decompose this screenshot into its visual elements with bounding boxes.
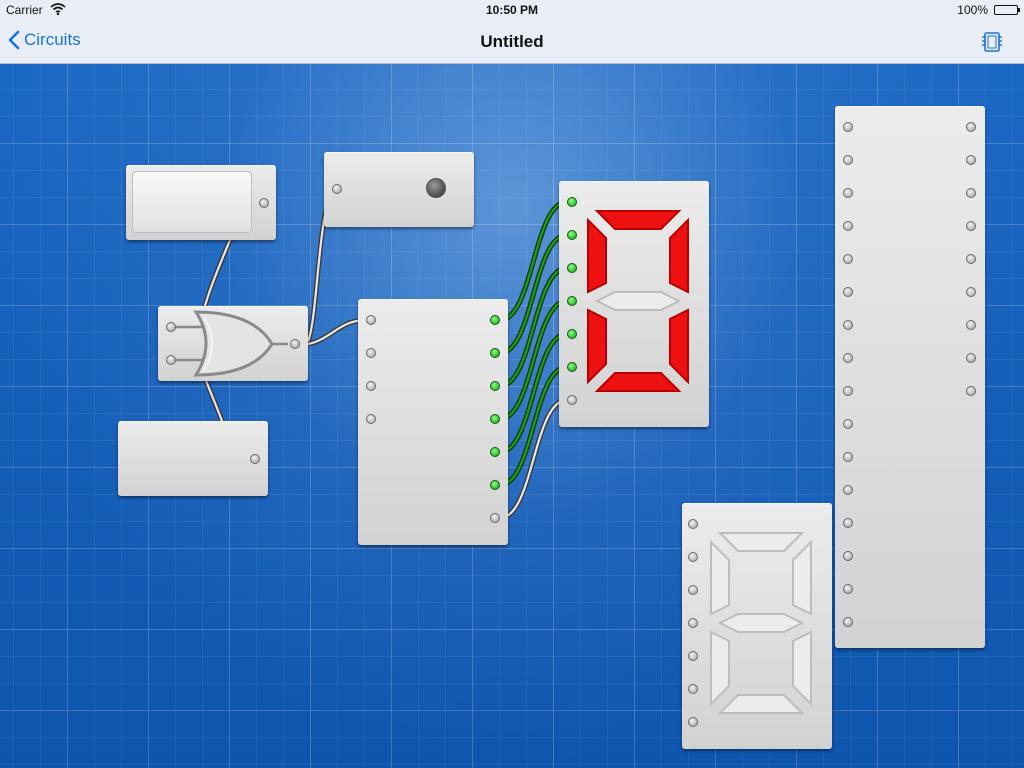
display-input-pin[interactable] xyxy=(567,395,577,405)
led-bulb[interactable] xyxy=(324,152,474,227)
bulb-lamp-icon xyxy=(426,178,446,198)
ic-right-pin[interactable] xyxy=(966,155,976,165)
ic-right-pin[interactable] xyxy=(966,386,976,396)
segment-b xyxy=(792,539,812,616)
back-button-label: Circuits xyxy=(24,30,81,49)
display-input-pin[interactable] xyxy=(567,263,577,273)
ic-right-pin[interactable] xyxy=(966,188,976,198)
decoder-output-pin[interactable] xyxy=(490,348,500,358)
ic-left-pin[interactable] xyxy=(843,122,853,132)
back-button[interactable]: Circuits xyxy=(8,30,81,50)
clock: 10:50 PM xyxy=(485,3,539,17)
or-gate-symbol xyxy=(174,310,288,377)
decoder-input-pin[interactable] xyxy=(366,381,376,391)
circuit-canvas[interactable] xyxy=(0,64,1024,768)
decoder-input-pin[interactable] xyxy=(366,315,376,325)
ic-left-pin[interactable] xyxy=(843,287,853,297)
ic-right-pin[interactable] xyxy=(966,287,976,297)
segment-g xyxy=(594,291,682,311)
ic-left-pin[interactable] xyxy=(843,221,853,231)
toggle-switch-bottom[interactable] xyxy=(118,421,268,496)
or-gate-input-a-pin[interactable] xyxy=(166,322,176,332)
decoder-output-pin[interactable] xyxy=(490,513,500,523)
battery-icon xyxy=(994,5,1020,15)
toggle-switch-top[interactable] xyxy=(126,165,276,240)
ic-right-pin[interactable] xyxy=(966,353,976,363)
decoder[interactable] xyxy=(358,299,508,545)
or-gate-output-pin[interactable] xyxy=(290,339,300,349)
ic-left-pin[interactable] xyxy=(843,155,853,165)
ic-right-pin[interactable] xyxy=(966,320,976,330)
display-input-pin[interactable] xyxy=(688,717,698,727)
segment-e xyxy=(587,308,607,385)
display-input-pin[interactable] xyxy=(567,296,577,306)
display-input-pin[interactable] xyxy=(567,197,577,207)
ic-chip[interactable] xyxy=(835,106,985,648)
battery-percent: 100% xyxy=(957,3,988,17)
ic-left-pin[interactable] xyxy=(843,254,853,264)
display-off-segments xyxy=(710,532,812,714)
decoder-input-pin[interactable] xyxy=(366,348,376,358)
ic-left-pin[interactable] xyxy=(843,320,853,330)
ic-left-pin[interactable] xyxy=(843,518,853,528)
ic-left-pin[interactable] xyxy=(843,551,853,561)
segment-c xyxy=(792,630,812,707)
ic-left-pin[interactable] xyxy=(843,419,853,429)
bulb-input-pin[interactable] xyxy=(332,184,342,194)
or-gate-input-b-pin[interactable] xyxy=(166,355,176,365)
segment-b xyxy=(669,217,689,294)
decoder-output-pin[interactable] xyxy=(490,381,500,391)
decoder-output-pin[interactable] xyxy=(490,414,500,424)
page-title: Untitled xyxy=(480,32,544,51)
display-input-pin[interactable] xyxy=(688,519,698,529)
segment-e xyxy=(710,630,730,707)
status-bar: Carrier 10:50 PM 100% xyxy=(0,0,1024,20)
decoder-output-pin[interactable] xyxy=(490,447,500,457)
display-input-pin[interactable] xyxy=(688,585,698,595)
segment-f xyxy=(587,217,607,294)
ic-right-pin[interactable] xyxy=(966,254,976,264)
switch-top-output-pin[interactable] xyxy=(259,198,269,208)
segment-d xyxy=(594,372,682,392)
ic-right-pin[interactable] xyxy=(966,221,976,231)
ic-left-pin[interactable] xyxy=(843,386,853,396)
chip-icon[interactable] xyxy=(980,30,1004,54)
segment-g xyxy=(717,613,805,633)
display-input-pin[interactable] xyxy=(567,329,577,339)
switch-bottom-output-pin[interactable] xyxy=(250,454,260,464)
navigation-bar: Circuits Untitled xyxy=(0,20,1024,64)
switch-top-toggle[interactable] xyxy=(132,171,252,233)
display-input-pin[interactable] xyxy=(688,651,698,661)
chevron-left-icon xyxy=(8,30,20,50)
segment-a xyxy=(594,210,682,230)
segment-f xyxy=(710,539,730,616)
ic-left-pin[interactable] xyxy=(843,188,853,198)
decoder-output-pin[interactable] xyxy=(490,480,500,490)
display-lit-segments xyxy=(587,210,689,392)
segment-a xyxy=(717,532,805,552)
decoder-input-pin[interactable] xyxy=(366,414,376,424)
ic-left-pin[interactable] xyxy=(843,485,853,495)
display-input-pin[interactable] xyxy=(688,618,698,628)
ic-right-pin[interactable] xyxy=(966,122,976,132)
display-input-pin[interactable] xyxy=(688,552,698,562)
ic-left-pin[interactable] xyxy=(843,452,853,462)
display-input-pin[interactable] xyxy=(567,230,577,240)
seven-segment-display-lit[interactable] xyxy=(559,181,709,427)
decoder-output-pin[interactable] xyxy=(490,315,500,325)
or-gate[interactable] xyxy=(158,306,308,381)
display-input-pin[interactable] xyxy=(688,684,698,694)
ic-left-pin[interactable] xyxy=(843,617,853,627)
ic-left-pin[interactable] xyxy=(843,584,853,594)
segment-c xyxy=(669,308,689,385)
seven-segment-display-off[interactable] xyxy=(682,503,832,749)
ic-left-pin[interactable] xyxy=(843,353,853,363)
segment-d xyxy=(717,694,805,714)
display-input-pin[interactable] xyxy=(567,362,577,372)
